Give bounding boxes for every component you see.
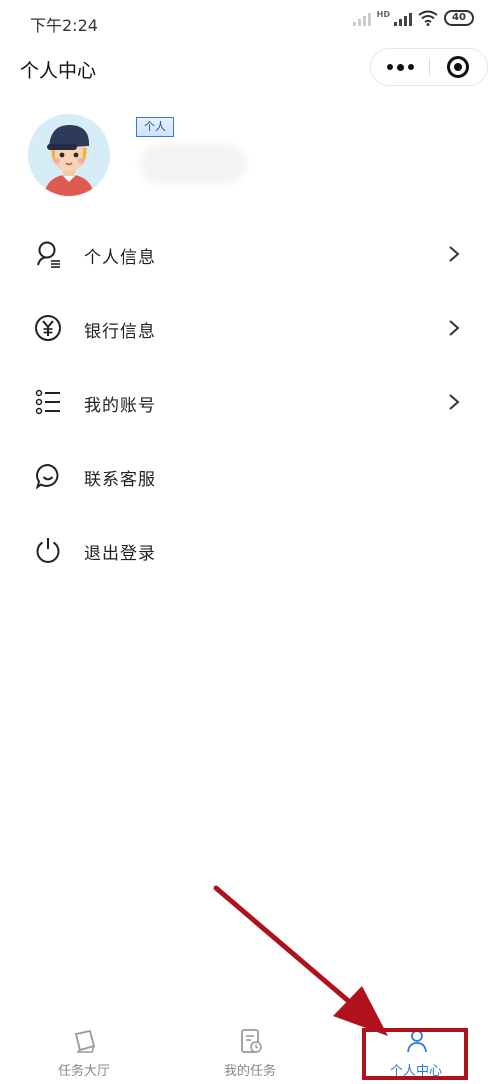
menu-label-bank-info: 银行信息 <box>84 322 156 342</box>
status-indicators: HD 40 <box>352 10 474 26</box>
tab-my-tasks[interactable]: 我的任务 <box>190 1020 310 1084</box>
signal-weak-icon <box>352 10 371 26</box>
chevron-right-icon <box>449 320 460 336</box>
mini-program-capsule <box>370 48 488 86</box>
tab-label-task-hall: 任务大厅 <box>57 1064 110 1079</box>
menu-item-logout[interactable]: 退出登录 <box>0 524 500 578</box>
menu-label-my-account: 我的账号 <box>84 396 156 416</box>
wifi-icon <box>418 10 438 26</box>
status-time: 下午2:24 <box>30 16 98 35</box>
hd-label: HD <box>376 10 390 19</box>
menu-item-bank-info[interactable]: 银行信息 <box>0 302 500 356</box>
task-hall-icon <box>74 1029 96 1053</box>
chat-bubble-icon <box>35 463 59 490</box>
role-badge: 个人 <box>136 117 174 137</box>
my-task-icon <box>241 1029 262 1053</box>
tab-task-hall[interactable]: 任务大厅 <box>24 1020 144 1084</box>
annotation-highlight-box <box>362 1028 468 1080</box>
header-bar: 个人中心 <box>0 44 500 92</box>
menu-item-customer-service[interactable]: 联系客服 <box>0 450 500 504</box>
username-blurred <box>140 144 246 184</box>
battery-indicator: 40 <box>444 10 474 26</box>
status-bar: 下午2:24 HD 40 <box>0 0 500 44</box>
menu-item-personal-info[interactable]: 个人信息 <box>0 228 500 282</box>
menu-item-my-account[interactable]: 我的账号 <box>0 376 500 430</box>
avatar-cartoon-icon <box>28 114 110 196</box>
menu-label-logout: 退出登录 <box>84 544 156 564</box>
yen-circle-icon <box>35 315 61 341</box>
person-search-icon <box>37 241 60 268</box>
chevron-right-icon <box>449 394 460 410</box>
page-title: 个人中心 <box>20 60 97 82</box>
target-circle-icon[interactable] <box>447 56 469 78</box>
tab-label-my-tasks: 我的任务 <box>223 1064 276 1079</box>
avatar[interactable] <box>28 114 110 196</box>
chevron-right-icon <box>449 246 460 262</box>
signal-icon <box>394 10 412 26</box>
menu-label-customer-service: 联系客服 <box>84 470 156 490</box>
list-icon <box>35 389 60 415</box>
menu-label-personal-info: 个人信息 <box>84 248 156 268</box>
capsule-divider <box>429 58 430 76</box>
more-dots-icon[interactable] <box>371 49 429 85</box>
power-icon <box>36 538 60 563</box>
